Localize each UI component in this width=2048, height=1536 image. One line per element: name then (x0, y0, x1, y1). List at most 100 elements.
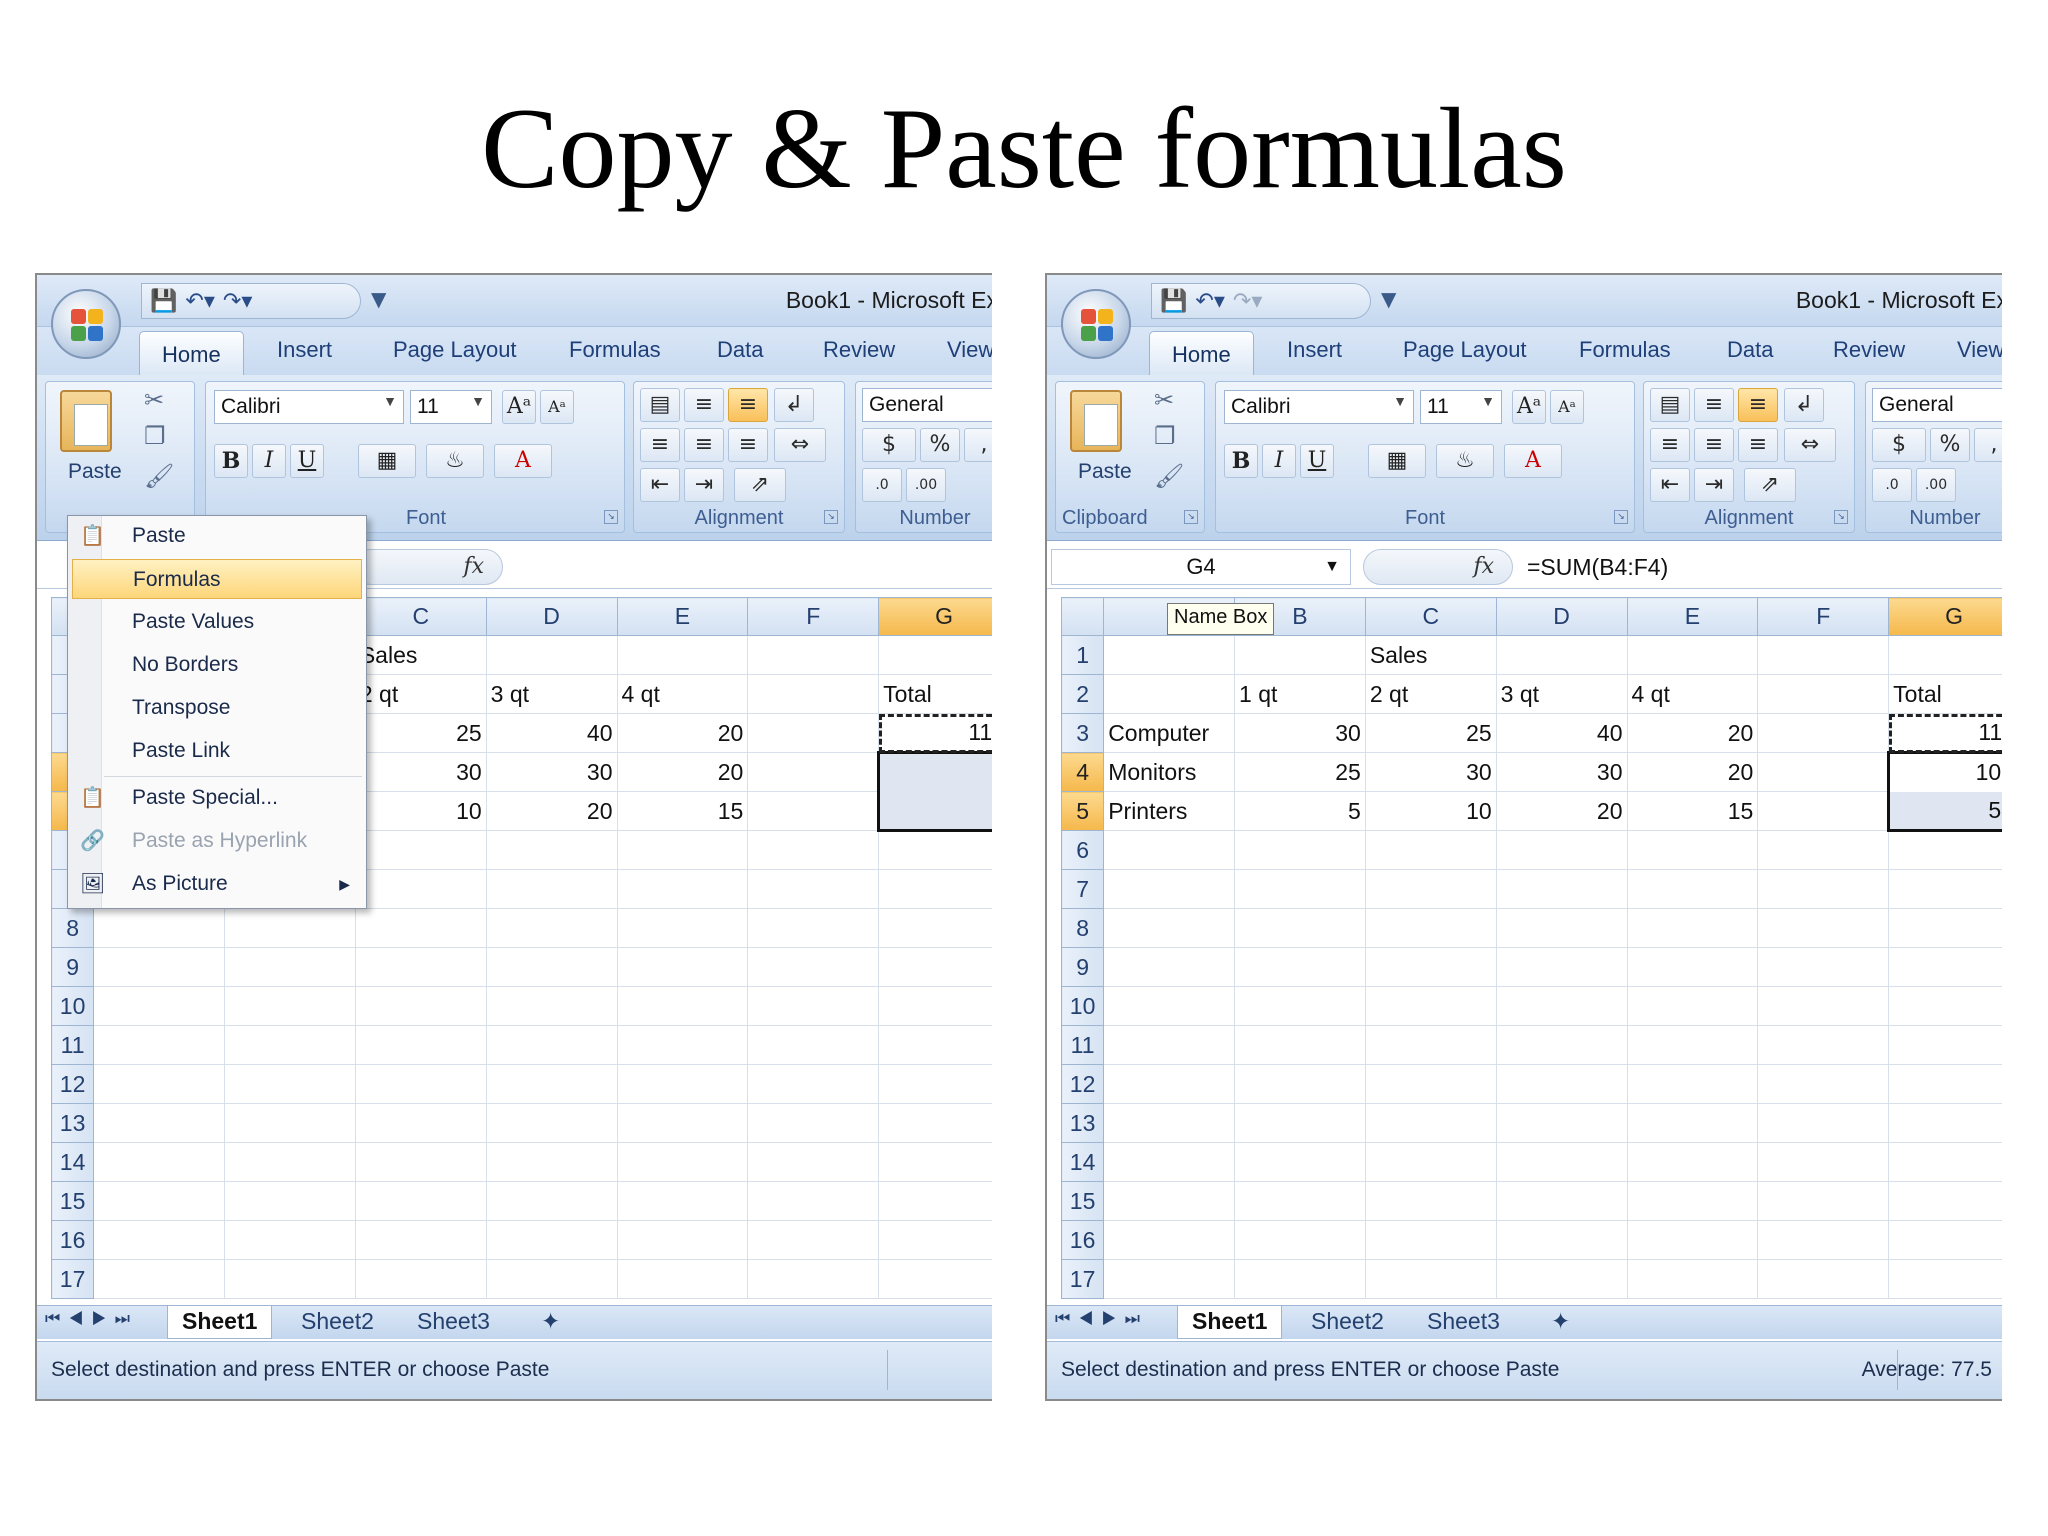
selected-cell-g5[interactable] (877, 791, 992, 832)
cell-e4[interactable]: 20 (1626, 752, 1759, 792)
tab-review[interactable]: Review (823, 337, 895, 363)
tab-home[interactable]: Home (139, 331, 244, 375)
format-painter-icon[interactable]: 🖌 (144, 462, 174, 490)
menu-item-paste[interactable]: 📋 Paste (72, 516, 362, 556)
copied-cell-g3[interactable]: 115 (878, 713, 992, 753)
row-header-16[interactable]: 16 (1060, 1220, 1105, 1260)
align-top-icon[interactable]: ▤ (640, 388, 680, 422)
row-header-4[interactable]: 4 (1060, 752, 1105, 792)
increase-indent-icon[interactable]: ⇥ (684, 468, 724, 502)
font-size-combo[interactable]: 11 ▼ (1420, 390, 1502, 424)
sheet-tab-1[interactable]: Sheet1 (167, 1306, 273, 1339)
row-header-11[interactable]: 11 (50, 1025, 95, 1065)
row-header-9[interactable]: 9 (50, 947, 95, 987)
tab-formulas[interactable]: Formulas (569, 337, 661, 363)
underline-button[interactable]: U (290, 444, 324, 478)
align-middle-icon[interactable]: ≡ (1694, 388, 1734, 422)
row-header-15[interactable]: 15 (50, 1181, 95, 1221)
dialog-launcher-icon[interactable]: ↘ (1184, 510, 1198, 524)
increase-decimal-icon[interactable]: .0 (1872, 468, 1912, 502)
row-header-16[interactable]: 16 (50, 1220, 95, 1260)
menu-item-transpose[interactable]: Transpose (72, 688, 362, 728)
decrease-decimal-icon[interactable]: .00 (1916, 468, 1956, 502)
row-header-6[interactable]: 6 (1060, 830, 1105, 870)
selected-cell-g5[interactable]: 50 (1887, 791, 2002, 832)
cell-c2[interactable]: 2 qt (1364, 674, 1497, 714)
tab-view[interactable]: View (947, 337, 992, 363)
cell[interactable] (1103, 635, 1236, 675)
tab-data[interactable]: Data (717, 337, 763, 363)
italic-button[interactable]: I (1262, 444, 1296, 478)
cut-icon[interactable]: ✂ (1154, 386, 1174, 414)
copied-cell-g3[interactable]: 115 (1888, 713, 2002, 753)
font-name-combo[interactable]: Calibri ▼ (1224, 390, 1414, 424)
cell-e5[interactable]: 15 (616, 791, 749, 831)
cell-c3[interactable]: 25 (354, 713, 487, 753)
align-right-icon[interactable]: ≡ (1738, 428, 1778, 462)
sheet-tab-2[interactable]: Sheet2 (287, 1306, 388, 1339)
cell-a3[interactable]: Computer (1103, 713, 1236, 753)
cell[interactable] (1103, 674, 1236, 714)
cell-b4[interactable]: 25 (1234, 752, 1366, 792)
cell[interactable] (1757, 635, 1890, 675)
cell-d3[interactable]: 40 (1495, 713, 1628, 753)
borders-button[interactable]: ▦ (1368, 444, 1426, 478)
font-name-combo[interactable]: Calibri ▼ (214, 390, 404, 424)
row-header-8[interactable]: 8 (1060, 908, 1105, 948)
cell-b2[interactable]: 1 qt (1234, 674, 1366, 714)
shrink-font-button[interactable]: Aᵃ (1550, 390, 1584, 424)
menu-item-paste-link[interactable]: Paste Link (72, 731, 362, 771)
cell-c4[interactable]: 30 (354, 752, 487, 792)
column-header-c[interactable]: C (1364, 597, 1497, 636)
cell[interactable] (1757, 713, 1890, 753)
italic-button[interactable]: I (252, 444, 286, 478)
cell-g2[interactable]: Total (1888, 674, 2002, 714)
row-header-13[interactable]: 13 (50, 1103, 95, 1143)
sheet-nav-arrows-icon[interactable]: ⏮◀▶⏭ (45, 1309, 138, 1329)
select-all-corner[interactable] (1060, 597, 1105, 636)
row-header-12[interactable]: 12 (50, 1064, 95, 1104)
column-header-d[interactable]: D (1495, 597, 1628, 636)
merge-center-icon[interactable]: ⇔ (774, 428, 826, 462)
percent-icon[interactable]: % (1930, 428, 1970, 462)
cell-b5[interactable]: 5 (1234, 791, 1366, 831)
save-icon[interactable]: 💾 (1160, 289, 1187, 314)
row-header-1[interactable]: 1 (1060, 635, 1105, 675)
tab-insert[interactable]: Insert (1287, 337, 1342, 363)
row-header-11[interactable]: 11 (1060, 1025, 1105, 1065)
grow-font-button[interactable]: Aᵃ (1512, 390, 1546, 424)
column-header-e[interactable]: E (616, 597, 749, 636)
copy-icon[interactable]: ❐ (1154, 422, 1176, 450)
increase-decimal-icon[interactable]: .0 (862, 468, 902, 502)
customize-qat-icon[interactable]: ▼ (371, 287, 386, 311)
undo-icon[interactable]: ↶▾ (185, 289, 214, 314)
cell[interactable] (1234, 635, 1366, 675)
tab-home[interactable]: Home (1149, 331, 1254, 375)
row-header-17[interactable]: 17 (50, 1259, 95, 1299)
dialog-launcher-icon[interactable]: ↘ (1614, 510, 1628, 524)
currency-icon[interactable]: $ (862, 428, 916, 462)
dialog-launcher-icon[interactable]: ↘ (604, 510, 618, 524)
tab-data[interactable]: Data (1727, 337, 1773, 363)
save-icon[interactable]: 💾 (150, 289, 177, 314)
sheet-tab-3[interactable]: Sheet3 (403, 1306, 504, 1339)
cell[interactable] (1757, 791, 1890, 831)
cell-b3[interactable]: 30 (1234, 713, 1366, 753)
cell-c1[interactable]: Sales (354, 635, 487, 675)
row-header-12[interactable]: 12 (1060, 1064, 1105, 1104)
cell-e2[interactable]: 4 qt (616, 674, 749, 714)
comma-icon[interactable]: , (1974, 428, 2002, 462)
paste-icon[interactable] (1070, 390, 1122, 452)
cell-e2[interactable]: 4 qt (1626, 674, 1759, 714)
row-header-10[interactable]: 10 (50, 986, 95, 1026)
dialog-launcher-icon[interactable]: ↘ (824, 510, 838, 524)
cell-d2[interactable]: 3 qt (1495, 674, 1628, 714)
column-header-g[interactable]: G (878, 597, 992, 636)
font-size-combo[interactable]: 11 ▼ (410, 390, 492, 424)
cell[interactable] (1626, 635, 1759, 675)
row-header-10[interactable]: 10 (1060, 986, 1105, 1026)
currency-icon[interactable]: $ (1872, 428, 1926, 462)
cell-c2[interactable]: 2 qt (354, 674, 487, 714)
menu-item-formulas[interactable]: Formulas (72, 559, 362, 599)
column-header-f[interactable]: F (1757, 597, 1890, 636)
